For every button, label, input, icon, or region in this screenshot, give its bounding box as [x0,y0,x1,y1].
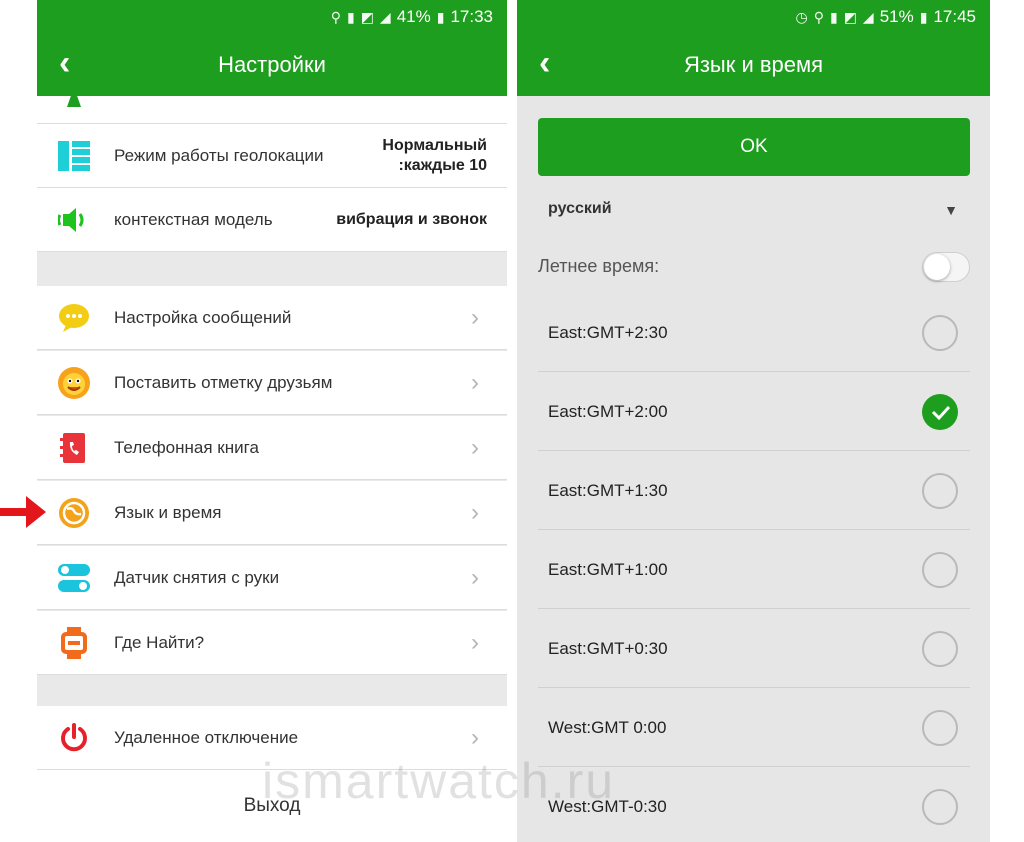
context-model-label: контекстная модель [114,209,273,229]
chat-bubble-icon [57,301,91,335]
exit-label: Выход [243,795,301,816]
chevron-right-icon: › [471,498,479,526]
list-item-partial[interactable] [37,87,507,124]
timezone-option[interactable]: East:GMT+0:30 [538,609,970,688]
timezone-label: East:GMT+1:30 [548,481,668,500]
language-time-row[interactable]: Язык и время › [37,481,507,545]
wifi-icon: ⚲ [813,8,824,25]
tag-friends-label: Поставить отметку друзьям [114,372,333,392]
remote-shutdown-label: Удаленное отключение [114,727,299,747]
chevron-right-icon: › [471,368,479,396]
timezone-option[interactable]: West:GMT 0:00 [538,688,970,767]
geolocation-mode-value-line1: Нормальный [382,136,487,154]
remote-shutdown-row[interactable]: Удаленное отключение › [37,706,507,770]
battery-icon: ▮ [436,8,445,25]
wrist-sensor-row[interactable]: Датчик снятия с руки › [37,546,507,610]
phonebook-row[interactable]: Телефонная книга › [37,416,507,480]
signal-icon: ◢ [379,8,391,25]
chevron-right-icon: › [471,303,479,331]
chevron-right-icon: › [471,723,479,751]
language-select[interactable]: русский ▼ [548,200,958,228]
exit-button[interactable]: Выход [37,770,507,842]
radio-button[interactable] [922,789,958,825]
language-time-label: Язык и время [114,502,222,522]
radio-button[interactable] [922,710,958,746]
geolocation-mode-icon [57,139,91,173]
timezone-label: East:GMT+2:30 [548,323,668,342]
timezone-label: East:GMT+2:00 [548,402,668,421]
chevron-right-icon: › [471,433,479,461]
radio-button[interactable] [922,473,958,509]
find-watch-label: Где Найти? [114,632,205,652]
context-model-row[interactable]: контекстная модель вибрация и звонок [37,188,507,252]
phonebook-label: Телефонная книга [114,437,259,457]
timezone-option[interactable]: West:GMT-0:30 [538,767,970,842]
page-title: Настройки [218,52,326,77]
status-bar: ◷ ⚲ ▮ ◩ ◢ 51% ▮ 17:45 [517,0,990,34]
message-settings-label: Настройка сообщений [114,307,292,327]
dropdown-caret-icon: ▼ [944,202,958,218]
signal-icon: ◢ [862,8,874,25]
wifi-icon: ⚲ [330,8,341,25]
battery-percent: 51% [879,7,914,26]
timezone-option[interactable]: East:GMT+1:00 [538,530,970,609]
checkmark-icon [931,405,951,420]
timezone-option[interactable]: East:GMT+2:00 [538,372,970,451]
chevron-right-icon: › [471,563,479,591]
find-watch-row[interactable]: Где Найти? › [37,611,507,675]
daylight-saving-toggle[interactable] [922,252,970,282]
toggle-knob [924,254,950,280]
geolocation-mode-row[interactable]: Режим работы геолокации Нормальный :кажд… [37,124,507,188]
section-divider [37,676,507,706]
radio-button[interactable] [922,631,958,667]
watch-icon [57,626,91,660]
section-divider [37,253,507,285]
nosim-icon: ◩ [360,8,374,25]
geolocation-mode-label: Режим работы геолокации [114,145,324,165]
radio-button[interactable] [922,315,958,351]
red-arrow-icon [0,496,46,528]
settings-screen: ⚲ ▮ ◩ ◢ 41% ▮ 17:33 ‹ Настройки Режим ра… [37,0,507,842]
battery-percent: 41% [396,7,431,26]
wrist-sensor-label: Датчик снятия с руки [114,567,280,587]
status-bar: ⚲ ▮ ◩ ◢ 41% ▮ 17:33 [37,0,507,34]
timezone-label: East:GMT+1:00 [548,560,668,579]
status-time: 17:33 [450,7,493,26]
daylight-saving-label: Летнее время: [538,256,660,276]
page-title: Язык и время [683,52,824,77]
language-value: русский [548,200,612,217]
timezone-option[interactable]: East:GMT+2:30 [538,293,970,372]
toggle-switches-icon [57,561,91,595]
geolocation-mode-value: Нормальный :каждые 10 [382,136,487,176]
geolocation-mode-value-line2: :каждые 10 [398,156,487,174]
context-model-value: вибрация и звонок [336,210,487,228]
battery-icon: ▮ [919,8,928,25]
alarm-icon: ◷ [795,8,808,25]
radio-button[interactable] [922,552,958,588]
sim-icon: ▮ [829,8,838,25]
timezone-label: West:GMT-0:30 [548,797,667,816]
sim-icon: ▮ [346,8,355,25]
nosim-icon: ◩ [843,8,857,25]
app-bar: ‹ Язык и время [517,34,990,96]
chevron-right-icon: › [471,628,479,656]
daylight-saving-row: Летнее время: [538,250,970,284]
app-bar: ‹ Настройки [37,34,507,96]
ok-button[interactable]: OK [538,118,970,176]
tag-friends-row[interactable]: Поставить отметку друзьям › [37,351,507,415]
timezone-label: East:GMT+0:30 [548,639,668,658]
speaker-icon [57,203,91,237]
power-icon [57,721,91,755]
status-time: 17:45 [933,7,976,26]
timezone-label: West:GMT 0:00 [548,718,667,737]
smiley-sun-icon [57,366,91,400]
screenshot-stage: ⚲ ▮ ◩ ◢ 41% ▮ 17:33 ‹ Настройки Режим ра… [0,0,1024,842]
globe-icon [57,496,91,530]
partial-item-icon [57,82,91,116]
language-time-screen: ◷ ⚲ ▮ ◩ ◢ 51% ▮ 17:45 ‹ Язык и время OK … [517,0,990,842]
message-settings-row[interactable]: Настройка сообщений › [37,286,507,350]
timezone-option[interactable]: East:GMT+1:30 [538,451,970,530]
radio-button-selected[interactable] [922,394,958,430]
phonebook-icon [57,431,91,465]
